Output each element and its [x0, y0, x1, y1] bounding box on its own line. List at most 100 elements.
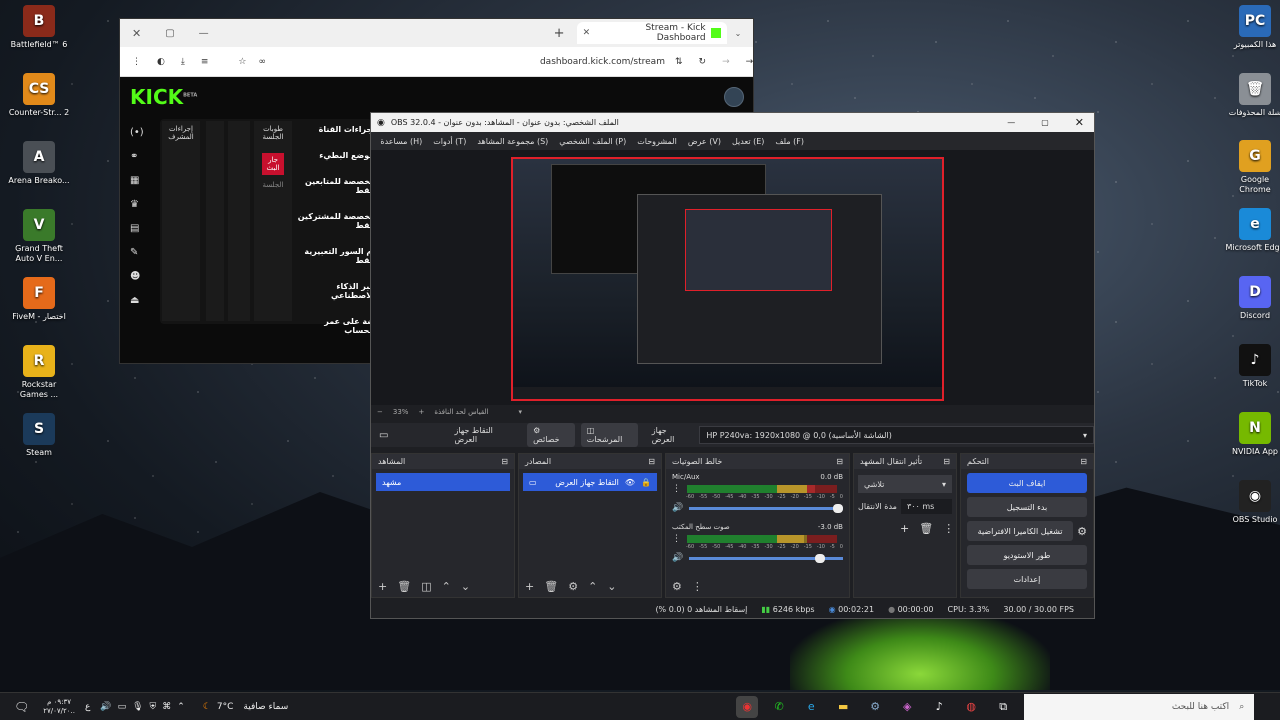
trash-icon[interactable]: 🗑 — [919, 522, 933, 535]
zoom-fit-label[interactable]: القياس لحد النافذة — [434, 408, 488, 416]
desktop-icon[interactable]: V Grand Theft Auto V En... — [8, 209, 70, 264]
menu-item[interactable]: مساعدة (H) — [380, 137, 422, 146]
temperature[interactable]: 7°C — [217, 702, 234, 712]
volume-knob[interactable] — [833, 503, 843, 513]
minimize-icon[interactable]: — — [199, 28, 209, 39]
menu-item[interactable]: عبر الذكاء الاصطناعي — [295, 282, 375, 300]
desktop-icon[interactable]: 🗑 سلة المحذوفات — [1224, 73, 1280, 118]
desktop-icon[interactable]: e Microsoft Edge — [1224, 208, 1280, 253]
reader-icon[interactable]: ∞ — [258, 57, 266, 67]
maximize-icon[interactable]: ▢ — [1041, 118, 1049, 127]
dock-menu-icon[interactable]: ⊟ — [1080, 457, 1087, 466]
display-select[interactable]: HP P240va: 1920x1080 @ 0,0 (الشاشة الأسا… — [699, 426, 1095, 444]
menu-item[interactable]: المشروحات — [637, 137, 677, 146]
wifi-icon[interactable]: ⌘ — [162, 702, 171, 712]
desktop-icon[interactable]: S Steam — [8, 413, 70, 458]
download-icon[interactable]: ⤓ — [181, 57, 185, 67]
gear-icon[interactable]: ⚙ — [568, 580, 578, 593]
menu-item[interactable]: مخصصة للمشتركين فقط — [295, 212, 375, 230]
menu-dots-icon[interactable]: ⋮ — [132, 57, 141, 67]
virtual-camera-button[interactable]: تشغيل الكاميرا الافتراضية — [967, 521, 1074, 541]
start-recording-button[interactable]: بدء التسجيل — [967, 497, 1087, 517]
menu-item[interactable]: أدوات (T) — [433, 137, 466, 146]
filters-button[interactable]: ◫ المرشحات — [580, 423, 638, 447]
properties-button[interactable]: ⚙ خصائص — [527, 423, 575, 447]
move-up-icon[interactable]: ⌃ — [588, 580, 597, 593]
zoom-in-icon[interactable]: + — [418, 408, 424, 416]
move-down-icon[interactable]: ⌄ — [461, 580, 470, 593]
tab-list-chevron-icon[interactable]: ⌄ — [735, 29, 742, 38]
eye-icon[interactable]: 👁 — [625, 478, 635, 487]
battery-icon[interactable]: ▭ — [118, 702, 127, 712]
user-avatar[interactable] — [724, 87, 744, 107]
video-icon[interactable]: ▤ — [130, 223, 144, 234]
preview-canvas[interactable] — [511, 157, 944, 401]
forward-icon[interactable]: → — [722, 57, 730, 67]
volume-knob[interactable] — [815, 553, 825, 563]
dock-menu-icon[interactable]: ⊟ — [648, 457, 655, 466]
trash-icon[interactable]: 🗑 — [397, 580, 411, 593]
desktop-icon[interactable]: PC هذا الكمبيوتر — [1224, 5, 1280, 50]
back-icon[interactable]: → — [746, 57, 754, 67]
dock-menu-icon[interactable]: ⊟ — [836, 457, 843, 466]
close-icon[interactable]: ✕ — [1075, 116, 1084, 129]
volume-slider[interactable] — [689, 553, 843, 563]
notification-icon[interactable]: 🗨 — [14, 700, 29, 714]
chart-icon[interactable]: ▦ — [130, 175, 144, 186]
gear-icon[interactable]: ⚙ — [672, 580, 682, 593]
tab-close-icon[interactable]: ✕ — [583, 28, 591, 38]
lock-icon[interactable]: 🔒 — [641, 478, 651, 487]
menu-dots-icon[interactable]: ⋮ — [672, 534, 681, 544]
menu-dots-icon[interactable]: ⋮ — [692, 580, 703, 593]
duration-input[interactable]: ٣٠٠ ms — [900, 499, 952, 514]
studio-mode-button[interactable]: طور الاستوديو — [967, 545, 1087, 565]
desktop-icon[interactable]: D Discord — [1224, 276, 1280, 321]
desktop-icon[interactable]: F FiveM - اختصار — [8, 277, 70, 322]
clock[interactable]: ٠٩:٣٧ م ٢٧/٠٧/٢٠.. — [43, 698, 75, 716]
shield-icon[interactable]: ⛨ — [150, 702, 157, 712]
desktop-icon[interactable]: R Rockstar Games ... — [8, 345, 70, 400]
add-icon[interactable]: + — [900, 522, 909, 535]
trophy-icon[interactable]: ♛ — [130, 199, 144, 210]
menu-dots-icon[interactable]: ⋮ — [943, 522, 954, 535]
search-box[interactable]: اكتب هنا للبحث ⌕ — [1024, 693, 1255, 720]
stream-icon[interactable]: (•) — [130, 127, 144, 138]
add-icon[interactable]: + — [525, 580, 534, 593]
menu-item[interactable]: مخصصة للمتابعين فقط — [295, 177, 375, 195]
zoom-dropdown-icon[interactable]: ▾ — [519, 408, 523, 416]
filter-icon[interactable]: ◫ — [421, 580, 431, 593]
scene-item[interactable]: مشهد — [376, 473, 510, 491]
maximize-icon[interactable]: ▢ — [165, 28, 174, 39]
desktop-icon[interactable]: G Google Chrome — [1224, 140, 1280, 195]
link-icon[interactable]: ⚭ — [130, 151, 144, 162]
profile-icon[interactable]: ◐ — [157, 57, 165, 67]
upload-icon[interactable]: ⏏ — [130, 295, 144, 306]
menu-item[interactable]: إم السور التعبيرية فقط — [295, 247, 375, 265]
volume-slider[interactable] — [689, 503, 843, 513]
dock-menu-icon[interactable]: ⊟ — [943, 457, 950, 466]
mic-icon[interactable]: 🎙 — [132, 702, 143, 712]
app-taskbar-icon[interactable]: ◈ — [896, 696, 918, 718]
users-icon[interactable]: ☻ — [130, 271, 144, 282]
address-bar[interactable]: dashboard.kick.com/stream — [540, 57, 665, 67]
desktop-icon[interactable]: B Battlefield™ 6 — [8, 5, 70, 50]
menu-item[interactable]: ضة على عمر الحساب — [295, 317, 375, 335]
settings-button[interactable]: إعدادات — [967, 569, 1087, 589]
menu-item[interactable]: مجموعة المشاهد (S) — [477, 137, 548, 146]
tiktok-taskbar-icon[interactable]: ♪ — [928, 696, 950, 718]
file-explorer-icon[interactable]: ▬ — [832, 696, 854, 718]
menu-item[interactable]: تعديل (E) — [732, 137, 764, 146]
wrench-icon[interactable]: ✎ — [130, 247, 144, 258]
chrome-taskbar-icon[interactable]: ◍ — [960, 696, 982, 718]
gear-icon[interactable]: ⚙ — [1077, 525, 1087, 538]
minimize-icon[interactable]: — — [1007, 118, 1015, 127]
task-view-icon[interactable]: ⧉ — [992, 696, 1014, 718]
speaker-icon[interactable]: 🔊 — [100, 702, 111, 712]
language-indicator[interactable]: ع — [85, 702, 90, 712]
reload-icon[interactable]: ↻ — [699, 57, 707, 67]
steam-taskbar-icon[interactable]: ⚙ — [864, 696, 886, 718]
menu-dots-icon[interactable]: ⋮ — [672, 484, 681, 494]
menu-item[interactable]: ملف (F) — [775, 137, 804, 146]
chevron-up-icon[interactable]: ⌃ — [177, 702, 185, 712]
menu-item[interactable]: الملف الشخصي (P) — [559, 137, 626, 146]
